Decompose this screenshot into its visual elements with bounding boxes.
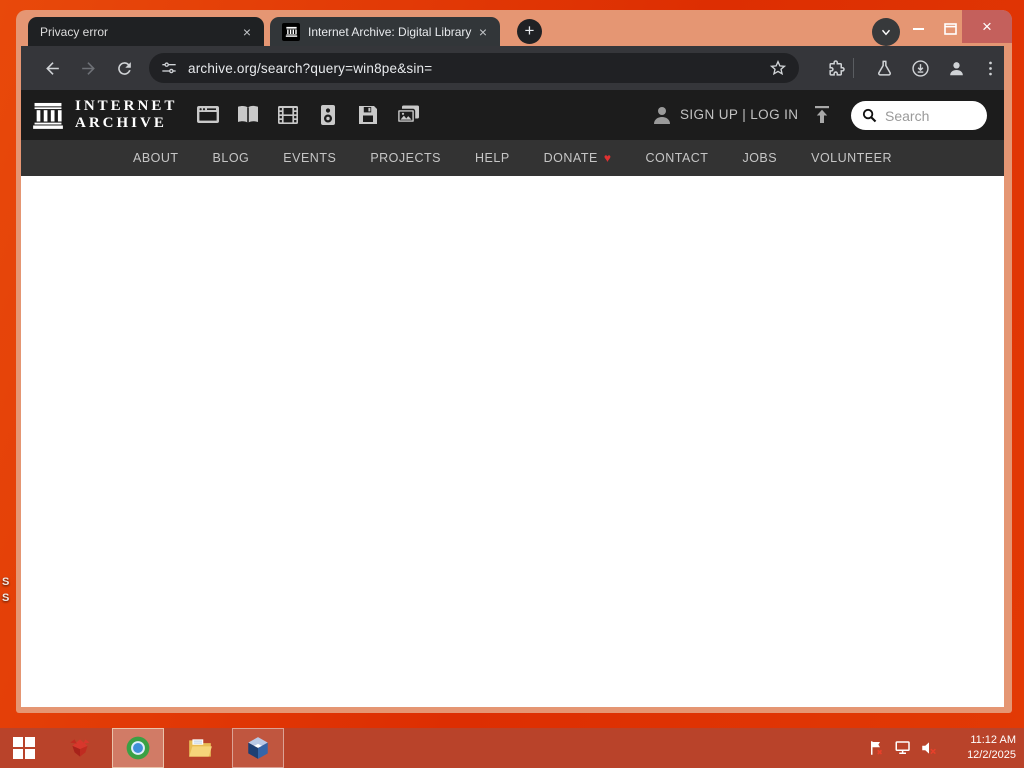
software-icon[interactable] <box>355 103 381 127</box>
back-button[interactable] <box>41 57 63 79</box>
close-icon: × <box>982 16 992 36</box>
nav-projects[interactable]: PROJECTS <box>370 151 441 165</box>
close-icon[interactable]: × <box>238 23 256 41</box>
nav-blog[interactable]: BLOG <box>213 151 250 165</box>
taskbar-browser-button[interactable] <box>112 728 164 768</box>
url-text: archive.org/search?query=win8pe&sin= <box>188 60 433 76</box>
internet-archive-wordmark[interactable]: INTERNET ARCHIVE <box>75 98 177 132</box>
texts-icon[interactable] <box>235 103 261 127</box>
profile-button[interactable] <box>945 57 967 79</box>
taskbar-app-red-icon[interactable] <box>56 728 104 768</box>
tab-privacy-error[interactable]: Privacy error × <box>28 17 264 46</box>
downloads-button[interactable] <box>909 57 931 79</box>
taskbar: 11:12 AM 12/2/2025 <box>0 728 1024 768</box>
bookmark-star-icon[interactable] <box>769 59 787 77</box>
extensions-button[interactable] <box>825 57 847 79</box>
internet-archive-header: INTERNET ARCHIVE SIGN UP | LOG IN Search <box>21 90 1004 140</box>
tab-search-button[interactable] <box>872 18 900 46</box>
clock-date: 12/2/2025 <box>967 749 1016 761</box>
nav-jobs[interactable]: JOBS <box>742 151 777 165</box>
profile-icon <box>949 61 963 75</box>
tab-strip: Privacy error × Internet Archive: Digita… <box>16 10 1012 46</box>
forward-arrow-icon <box>81 61 95 75</box>
labs-button[interactable] <box>873 57 895 79</box>
wordmark-line2: ARCHIVE <box>75 115 167 131</box>
new-tab-button[interactable]: + <box>517 19 542 44</box>
toolbar-divider <box>853 58 854 78</box>
nav-donate-label: DONATE <box>543 151 598 165</box>
minimize-icon <box>912 28 924 30</box>
desktop-icon-label-fragment: S <box>2 576 10 588</box>
taskbar-virtualbox-button[interactable] <box>232 728 284 768</box>
page-content: INTERNET ARCHIVE SIGN UP | LOG IN Search… <box>21 90 1004 707</box>
internet-archive-logo-icon[interactable] <box>31 98 65 132</box>
chrome-icon <box>126 736 150 760</box>
taskbar-clock[interactable]: 11:12 AM 12/2/2025 <box>946 733 1016 763</box>
browser-window: Privacy error × Internet Archive: Digita… <box>16 10 1012 713</box>
virtualbox-icon <box>248 737 268 759</box>
nav-contact[interactable]: CONTACT <box>645 151 708 165</box>
nav-about[interactable]: ABOUT <box>133 151 179 165</box>
flask-icon <box>877 60 891 76</box>
red-app-icon <box>70 739 90 757</box>
search-input[interactable] <box>885 107 975 124</box>
action-center-flag-icon[interactable] <box>868 739 886 757</box>
signup-login-link[interactable]: SIGN UP | LOG IN <box>680 107 798 122</box>
maximize-icon <box>943 23 957 35</box>
nav-events[interactable]: EVENTS <box>283 151 336 165</box>
folder-icon <box>189 739 212 757</box>
search-icon <box>862 108 877 123</box>
wordmark-line1: INTERNET <box>75 98 178 114</box>
audio-icon[interactable] <box>315 103 341 127</box>
url-bar[interactable]: archive.org/search?query=win8pe&sin= <box>149 53 799 83</box>
three-dot-menu-icon <box>988 61 992 75</box>
nav-help[interactable]: HELP <box>475 151 510 165</box>
user-icon <box>650 103 674 127</box>
close-icon[interactable]: × <box>474 23 492 41</box>
browser-toolbar: archive.org/search?query=win8pe&sin= <box>21 46 1004 90</box>
volume-muted-icon[interactable] <box>920 739 938 757</box>
archive-nav-bar: ABOUT BLOG EVENTS PROJECTS HELP DONATE ♥… <box>21 140 1004 176</box>
puzzle-icon <box>828 59 845 76</box>
site-settings-icon[interactable] <box>161 60 177 76</box>
chevron-down-icon <box>881 29 891 36</box>
download-icon <box>911 59 929 77</box>
images-icon[interactable] <box>395 103 421 127</box>
window-body: archive.org/search?query=win8pe&sin= INT… <box>21 46 1004 707</box>
clock-time: 11:12 AM <box>970 734 1016 746</box>
browser-menu-button[interactable] <box>979 57 1001 79</box>
windows-logo-icon <box>13 737 35 759</box>
upload-icon[interactable] <box>810 103 834 127</box>
tab-title: Privacy error <box>40 24 109 39</box>
tab-internet-archive[interactable]: Internet Archive: Digital Library × <box>270 17 500 46</box>
nav-donate[interactable]: DONATE ♥ <box>544 151 612 165</box>
nav-volunteer[interactable]: VOLUNTEER <box>811 151 892 165</box>
back-arrow-icon <box>45 61 59 75</box>
start-button[interactable] <box>0 728 48 768</box>
window-close-button[interactable]: × <box>962 10 1012 43</box>
internet-archive-favicon-icon <box>282 22 300 41</box>
network-icon[interactable] <box>894 739 912 757</box>
minimize-button[interactable] <box>904 16 932 42</box>
desktop-icon-label-fragment: S <box>2 592 10 604</box>
tab-title: Internet Archive: Digital Library <box>308 24 472 39</box>
reload-icon <box>117 61 131 75</box>
maximize-button[interactable] <box>936 16 964 42</box>
video-icon[interactable] <box>275 103 301 127</box>
donate-heart-icon: ♥ <box>603 151 612 165</box>
reload-button[interactable] <box>113 57 135 79</box>
forward-button[interactable] <box>77 57 99 79</box>
archive-search-box[interactable] <box>851 101 987 130</box>
empty-search-results-area <box>21 176 1004 707</box>
web-icon[interactable] <box>195 103 221 127</box>
taskbar-file-explorer-button[interactable] <box>176 728 224 768</box>
